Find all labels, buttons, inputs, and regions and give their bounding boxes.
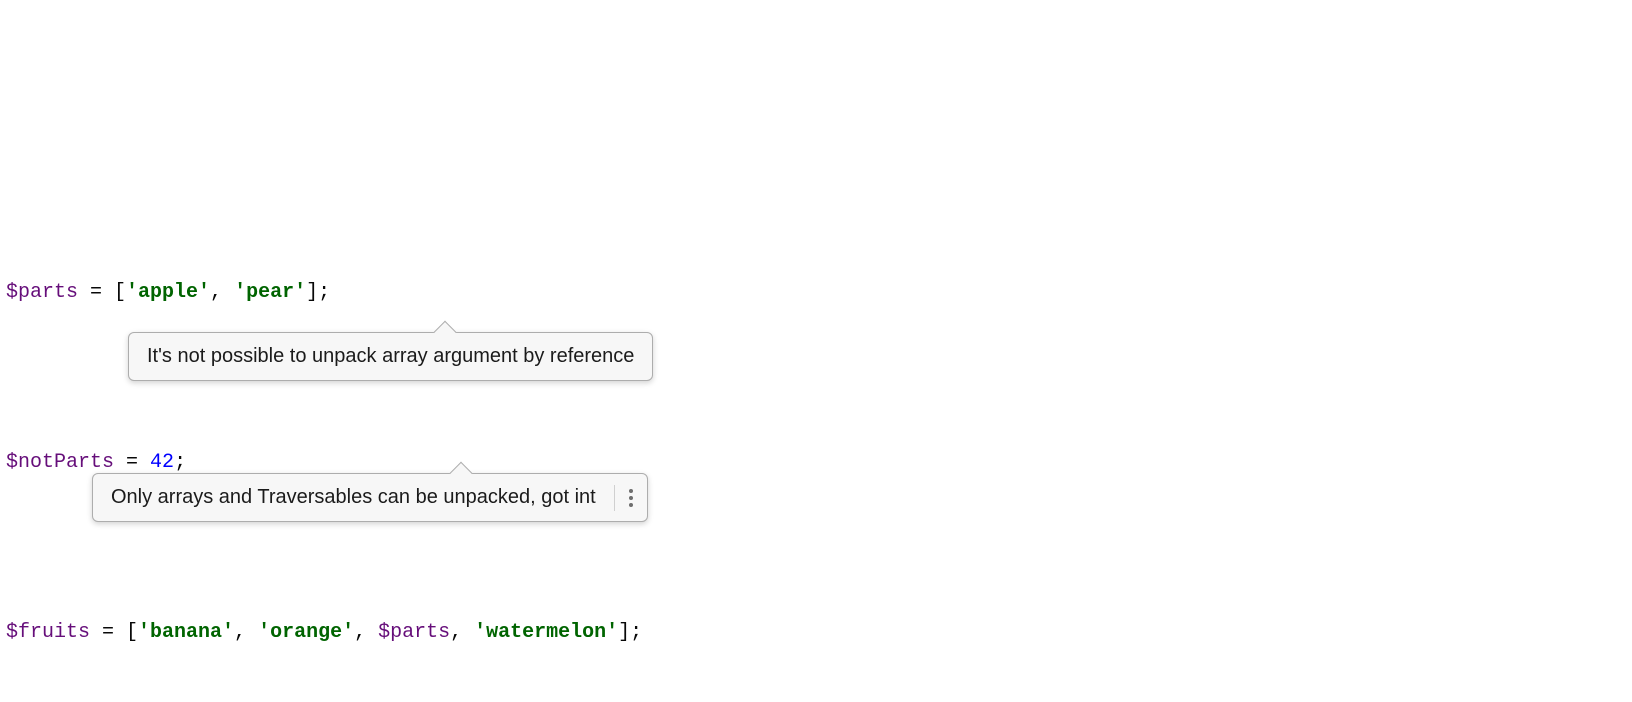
punct: = [114, 451, 150, 474]
punct: ]; [306, 281, 330, 304]
code-line: $parts = ['apple', 'pear']; [6, 276, 1632, 310]
punct: = [ [78, 281, 126, 304]
punct: ; [174, 451, 186, 474]
punct: , [450, 621, 474, 644]
punct: , [234, 621, 258, 644]
variable-notparts: $notParts [6, 451, 114, 474]
variable-parts-ref: $parts [378, 621, 450, 644]
tooltip-arrow [434, 321, 457, 344]
code-line: $fruits = ['banana', 'orange', $parts, '… [6, 616, 1632, 650]
inspection-tooltip-error[interactable]: It's not possible to unpack array argume… [128, 332, 653, 381]
punct: ]; [618, 621, 642, 644]
string-literal: 'orange' [258, 621, 354, 644]
string-literal: 'apple' [126, 281, 210, 304]
code-editor[interactable]: $parts = ['apple', 'pear']; $notParts = … [0, 0, 1632, 702]
tooltip-message: It's not possible to unpack array argume… [147, 343, 634, 370]
punct: = [ [90, 621, 138, 644]
inspection-tooltip-warning[interactable]: Only arrays and Traversables can be unpa… [92, 473, 648, 522]
variable-parts: $parts [6, 281, 78, 304]
string-literal: 'pear' [234, 281, 306, 304]
string-literal: 'watermelon' [474, 621, 618, 644]
punct: , [210, 281, 234, 304]
variable-fruits: $fruits [6, 621, 90, 644]
tooltip-message: Only arrays and Traversables can be unpa… [111, 484, 596, 511]
punct: , [354, 621, 378, 644]
string-literal: 'banana' [138, 621, 234, 644]
number-literal: 42 [150, 451, 174, 474]
more-actions-icon[interactable] [614, 485, 633, 511]
